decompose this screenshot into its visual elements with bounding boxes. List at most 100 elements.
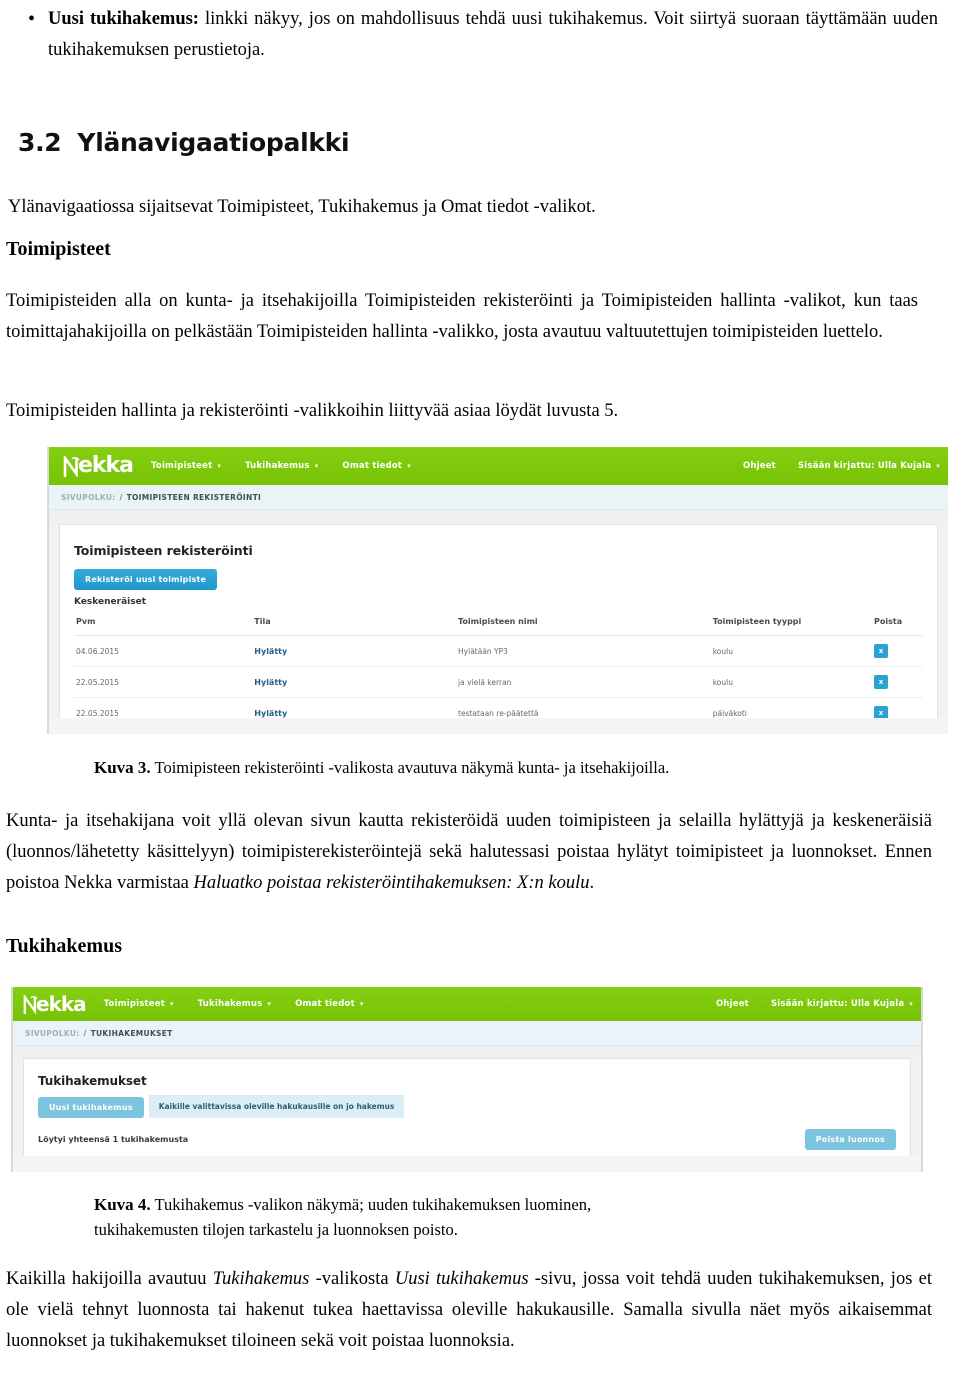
cell-tila[interactable]: Hylätty	[252, 635, 457, 667]
nav-item-tukihakemus[interactable]: Tukihakemus ▾	[198, 999, 271, 1009]
table-header-row: Pvm Tila Toimipisteen nimi Toimipisteen …	[74, 611, 923, 636]
column-header-tyyppi[interactable]: Toimipisteen tyyppi	[710, 611, 873, 636]
nekka-logo-text: ekka	[36, 992, 87, 1016]
column-header-poista[interactable]: Poista	[872, 611, 923, 636]
figure3-label: Kuva 3.	[94, 758, 151, 777]
figure4-label: Kuva 4.	[94, 1195, 151, 1214]
nav-item-omat-tiedot[interactable]: Omat tiedot ▾	[342, 461, 411, 471]
breadcrumb-prefix: SIVUPOLKU:	[61, 492, 116, 502]
nekka-logo: ekka	[63, 453, 134, 478]
bullet-strong-label: Uusi tukihakemus:	[48, 9, 199, 29]
cell-nimi: ja vielä kerran	[456, 666, 711, 698]
nav-item-omat-tiedot-label: Omat tiedot	[342, 461, 403, 471]
info-message: Kaikille valittavissa oleville hakukausi…	[148, 1095, 405, 1118]
after-figure4-italic2: Uusi tukihakemus	[394, 1269, 529, 1289]
app-nav-items: Toimipisteet ▾ Tukihakemus ▾ Omat tiedot ▾	[151, 461, 435, 471]
chevron-down-icon: ▾	[407, 462, 411, 470]
nav-item-omat-tiedot-label: Omat tiedot	[295, 999, 355, 1009]
bullet-marker: •	[28, 8, 36, 30]
after-figure4-part1: Kaikilla hakijoilla avautuu	[6, 1269, 213, 1289]
after-figure4-paragraph: Kaikilla hakijoilla avautuu Tukihakemus …	[6, 1264, 932, 1357]
column-header-tila[interactable]: Tila	[252, 611, 457, 636]
content-panel: Toimipisteen rekisteröinti Rekisteröi uu…	[59, 524, 938, 734]
screenshot-bottom-edge	[49, 718, 948, 734]
after-figure3-paragraph: Kunta- ja itsehakijana voit yllä olevan …	[6, 806, 932, 899]
panel-gap	[13, 1046, 921, 1058]
bullet-item: • Uusi tukihakemus: linkki näkyy, jos on…	[22, 4, 938, 66]
logged-in-user-menu[interactable]: Sisään kirjattu: Ulla Kujala ▾	[798, 461, 940, 471]
nav-item-toimipisteet[interactable]: Toimipisteet ▾	[104, 999, 174, 1009]
breadcrumb-separator: /	[119, 492, 123, 502]
cell-poista: x	[872, 666, 923, 698]
page-title: Tukihakemukset	[38, 1074, 147, 1088]
chevron-down-icon: ▾	[217, 462, 222, 470]
chevron-down-icon: ▾	[267, 1000, 272, 1008]
after-figure3-part2: .	[589, 873, 595, 893]
table-row: 04.06.2015 Hylätty Hylätään YP3 koulu x	[74, 635, 923, 667]
toimipisteet-paragraph-2: Toimipisteiden hallinta ja rekisteröinti…	[6, 401, 619, 421]
delete-draft-button[interactable]: Poista luonnos	[804, 1129, 896, 1150]
registrations-table: Pvm Tila Toimipisteen nimi Toimipisteen …	[74, 611, 923, 734]
app-nav-right: Ohjeet Sisään kirjattu: Ulla Kujala ▾	[694, 999, 913, 1009]
section-number: 3.2	[18, 128, 62, 157]
app-nav-right: Ohjeet Sisään kirjattu: Ulla Kujala ▾	[721, 461, 940, 471]
cell-poista: x	[872, 635, 923, 667]
panel-gap	[49, 510, 948, 524]
column-header-pvm[interactable]: Pvm	[74, 611, 253, 636]
cell-pvm: 04.06.2015	[74, 635, 253, 667]
figure4-screenshot: ekka Toimipisteet ▾ Tukihakemus ▾ Omat tie…	[11, 987, 923, 1172]
subheading-toimipisteet: Toimipisteet	[6, 238, 111, 260]
breadcrumb-separator: /	[83, 1028, 87, 1038]
cell-tyyppi: koulu	[710, 666, 873, 698]
nav-item-omat-tiedot[interactable]: Omat tiedot ▾	[295, 999, 364, 1009]
after-figure4-part2: -valikosta	[309, 1269, 395, 1289]
drafts-label: Keskeneräiset	[74, 597, 146, 607]
chevron-down-icon: ▾	[359, 1000, 364, 1008]
content-panel: Tukihakemukset Uusi tukihakemus Kaikille …	[23, 1058, 911, 1172]
app-navbar: ekka Toimipisteet ▾ Tukihakemus ▾ Omat tie…	[13, 987, 921, 1021]
nekka-logo-text: ekka	[78, 453, 134, 478]
register-new-office-button[interactable]: Rekisteröi uusi toimipiste	[74, 569, 218, 590]
chevron-down-icon: ▾	[936, 462, 940, 470]
breadcrumb: SIVUPOLKU: / TOIMIPISTEEN REKISTERÖINTI	[49, 485, 948, 510]
figure3-caption: Kuva 3. Toimipisteen rekisteröinti -vali…	[94, 755, 894, 780]
logged-in-user-label: Sisään kirjattu: Ulla Kujala	[797, 461, 932, 471]
after-figure4-italic1: Tukihakemus	[212, 1269, 310, 1289]
toimipisteet-paragraph-1: Toimipisteiden alla on kunta- ja itsehak…	[6, 291, 918, 342]
cell-tila[interactable]: Hylätty	[252, 666, 457, 698]
section-heading: 3.2 Ylänavigaatiopalkki	[18, 128, 350, 157]
breadcrumb-current: TOIMIPISTEEN REKISTERÖINTI	[126, 492, 262, 502]
figure3-caption-text: Toimipisteen rekisteröinti -valikosta av…	[150, 758, 670, 777]
figure3-screenshot: ekka Toimipisteet ▾ Tukihakemus ▾ Omat tie…	[47, 447, 948, 734]
results-count-text: Löytyi yhteensä 1 tukihakemusta	[38, 1135, 189, 1144]
after-figure3-italic: Haluatko poistaa rekisteröintihakemuksen…	[193, 873, 590, 893]
actions-row: Uusi tukihakemus Kaikille valittavissa ol…	[38, 1095, 896, 1118]
nav-item-tukihakemus[interactable]: Tukihakemus ▾	[245, 461, 318, 471]
logged-in-user-menu[interactable]: Sisään kirjattu: Ulla Kujala ▾	[771, 999, 913, 1009]
logged-in-user-label: Sisään kirjattu: Ulla Kujala	[770, 999, 905, 1009]
cell-pvm: 22.05.2015	[74, 666, 253, 698]
cell-nimi: Hylätään YP3	[456, 635, 711, 667]
nekka-logo: ekka	[23, 992, 87, 1016]
nav-item-toimipisteet-label: Toimipisteet	[151, 461, 213, 471]
chevron-down-icon: ▾	[314, 462, 319, 470]
figure4-caption-line1: Tukihakemus -valikon näkymä; uuden tukih…	[150, 1195, 592, 1214]
screenshot-bottom-edge	[13, 1156, 921, 1172]
help-link[interactable]: Ohjeet	[716, 999, 749, 1009]
help-link[interactable]: Ohjeet	[743, 461, 776, 471]
app-nav-items: Toimipisteet ▾ Tukihakemus ▾ Omat tiedot ▾	[104, 999, 388, 1009]
app-navbar: ekka Toimipisteet ▾ Tukihakemus ▾ Omat tie…	[49, 447, 948, 485]
nav-item-tukihakemus-label: Tukihakemus	[197, 999, 263, 1009]
section-title: Ylänavigaatiopalkki	[77, 128, 350, 157]
nav-item-toimipisteet[interactable]: Toimipisteet ▾	[151, 461, 221, 471]
breadcrumb-prefix: SIVUPOLKU:	[25, 1028, 80, 1038]
cell-tyyppi: koulu	[710, 635, 873, 667]
delete-row-button[interactable]: x	[874, 644, 889, 658]
breadcrumb-current: TUKIHAKEMUKSET	[90, 1028, 173, 1038]
delete-row-button[interactable]: x	[874, 675, 889, 689]
column-header-nimi[interactable]: Toimipisteen nimi	[456, 611, 711, 636]
bullet-text: Uusi tukihakemus: linkki näkyy, jos on m…	[48, 4, 938, 66]
new-application-button[interactable]: Uusi tukihakemus	[38, 1097, 144, 1118]
figure4-caption-line2: tukihakemusten tilojen tarkastelu ja luo…	[94, 1220, 458, 1239]
page-title: Toimipisteen rekisteröinti	[74, 543, 253, 558]
